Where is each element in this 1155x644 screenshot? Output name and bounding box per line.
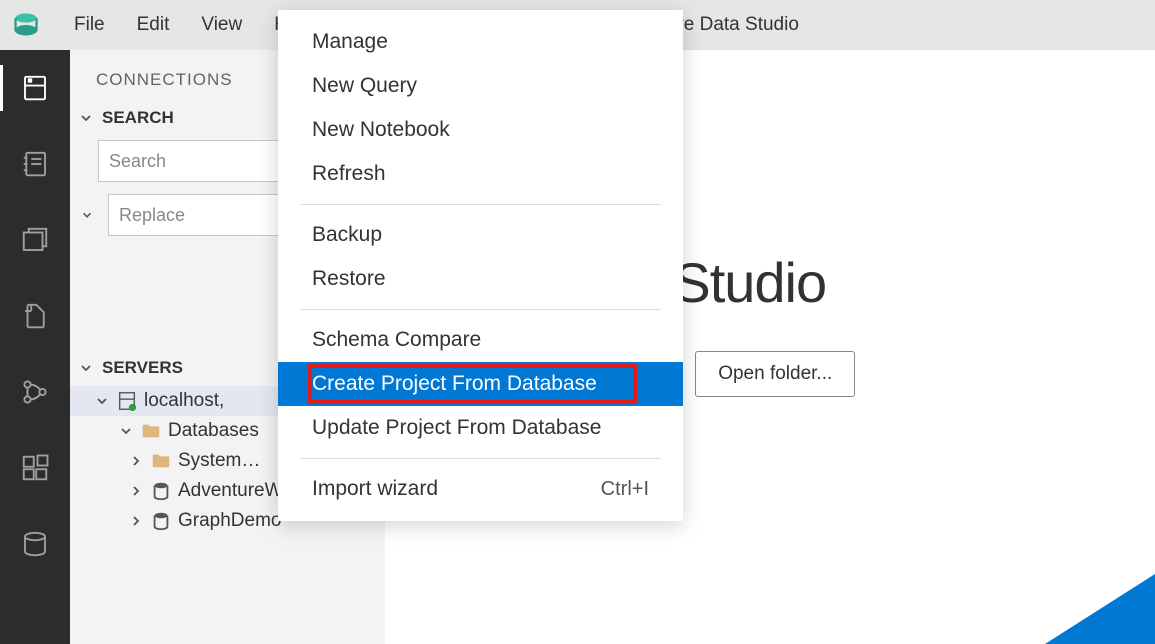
activity-notebooks-icon[interactable]: [17, 146, 53, 182]
chevron-down-icon: [78, 360, 94, 376]
ctx-separator: [300, 458, 661, 459]
ctx-create-project-label: Create Project From Database: [312, 372, 597, 396]
ctx-separator: [300, 204, 661, 205]
tree-graphdemo-label: GraphDemo: [178, 510, 282, 532]
ctx-update-project-from-database[interactable]: Update Project From Database: [278, 406, 683, 450]
replace-toggle[interactable]: [70, 204, 104, 226]
activity-connections-icon[interactable]: [17, 70, 53, 106]
tree-databases-label: Databases: [168, 420, 259, 442]
open-folder-button[interactable]: Open folder...: [695, 351, 855, 397]
ctx-create-project-from-database[interactable]: Create Project From Database: [278, 362, 683, 406]
chevron-down-icon: [78, 110, 94, 126]
chevron-right-icon: [128, 513, 148, 529]
chevron-right-icon: [128, 483, 148, 499]
database-icon: [150, 510, 172, 532]
chevron-right-icon: [128, 453, 148, 469]
chevron-down-icon: [94, 393, 114, 409]
server-icon: [116, 390, 138, 412]
ctx-schema-compare[interactable]: Schema Compare: [278, 318, 683, 362]
folder-icon: [140, 420, 162, 442]
ctx-backup[interactable]: Backup: [278, 213, 683, 257]
servers-section-label: SERVERS: [102, 358, 183, 378]
ctx-import-wizard-label: Import wizard: [312, 477, 438, 501]
ctx-new-notebook[interactable]: New Notebook: [278, 108, 683, 152]
activity-database-icon[interactable]: [17, 526, 53, 562]
chevron-down-icon: [118, 423, 138, 439]
search-section-label: SEARCH: [102, 108, 174, 128]
menu-file[interactable]: File: [58, 8, 121, 42]
ctx-import-wizard-shortcut: Ctrl+I: [601, 478, 649, 501]
replace-placeholder: Replace: [119, 205, 185, 226]
ctx-import-wizard[interactable]: Import wizard Ctrl+I: [278, 467, 683, 511]
ctx-refresh[interactable]: Refresh: [278, 152, 683, 196]
menu-edit[interactable]: Edit: [121, 8, 186, 42]
activity-files-icon[interactable]: [17, 298, 53, 334]
ctx-restore[interactable]: Restore: [278, 257, 683, 301]
activity-extensions-icon[interactable]: [17, 450, 53, 486]
activity-source-control-icon[interactable]: [17, 374, 53, 410]
context-menu: Manage New Query New Notebook Refresh Ba…: [278, 10, 683, 521]
app-icon: [12, 11, 40, 39]
corner-decoration: [1045, 574, 1155, 644]
ctx-manage[interactable]: Manage: [278, 20, 683, 64]
ctx-separator: [300, 309, 661, 310]
tree-server-label: localhost,: [144, 390, 224, 412]
ctx-new-query[interactable]: New Query: [278, 64, 683, 108]
tree-system-label: System…: [178, 450, 260, 472]
folder-icon: [150, 450, 172, 472]
activity-bar: [0, 50, 70, 644]
activity-explorer-icon[interactable]: [17, 222, 53, 258]
search-placeholder: Search: [109, 151, 166, 172]
database-icon: [150, 480, 172, 502]
menu-view[interactable]: View: [185, 8, 258, 42]
